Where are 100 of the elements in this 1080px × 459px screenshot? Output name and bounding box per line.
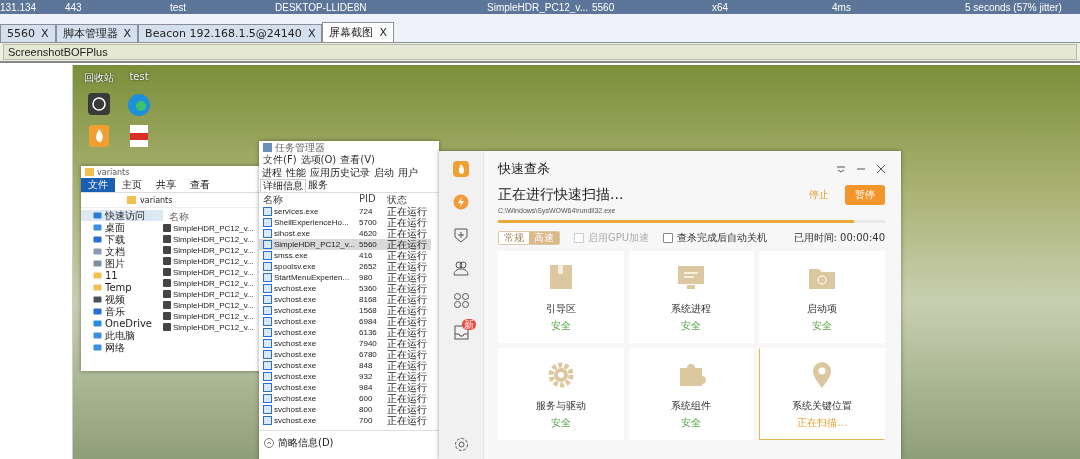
column-header[interactable]: 状态 [383, 193, 431, 206]
tab[interactable]: 服务 [306, 179, 330, 191]
close-tab-button[interactable]: X [41, 27, 49, 40]
process-name-cell[interactable]: svchost.exe [259, 360, 355, 371]
process-name-cell[interactable]: svchost.exe [259, 283, 355, 294]
process-name-cell[interactable]: svchost.exe [259, 327, 355, 338]
nav-item[interactable]: 下载 [81, 234, 163, 245]
flame-app-icon[interactable] [89, 125, 109, 147]
process-name-cell[interactable]: svchost.exe [259, 404, 355, 415]
close-tab-button[interactable]: X [123, 27, 132, 40]
address-path[interactable]: variants [140, 195, 173, 205]
file-item[interactable]: SimpleHDR_PC12_v... [163, 234, 261, 244]
tab[interactable]: 进程 [260, 167, 284, 179]
lightning-icon[interactable] [453, 194, 469, 210]
file-item[interactable]: SimpleHDR_PC12_v... [163, 256, 261, 266]
shield-plus-icon[interactable] [454, 227, 468, 243]
session-cell-text: SimpleHDR_PC12_v... [487, 1, 589, 13]
apps-grid-icon[interactable] [453, 293, 469, 308]
process-name-cell[interactable]: svchost.exe [259, 371, 355, 382]
tab[interactable]: 应用历史记录 [308, 167, 372, 179]
menu-item[interactable]: 文件(F) [263, 153, 297, 167]
nav-item[interactable]: 图片 [81, 258, 163, 269]
tab[interactable]: 启动 [372, 167, 396, 179]
pid-cell-text: 5700 [358, 217, 378, 228]
minimize-icon[interactable] [857, 165, 865, 173]
file-item[interactable]: SimpleHDR_PC12_v... [163, 289, 261, 299]
tab[interactable]: 用户 [396, 167, 420, 179]
pid-cell-text: 6780 [358, 349, 378, 360]
menu-icon[interactable] [837, 165, 845, 173]
checkbox[interactable] [663, 233, 674, 243]
ribbon-tab[interactable]: 主页 [115, 178, 149, 192]
column-header[interactable]: 名称 [163, 210, 261, 222]
file-item[interactable]: SimpleHDR_PC12_v... [163, 322, 261, 332]
process-name-cell[interactable]: ShellExperienceHo... [259, 217, 355, 228]
process-name-cell[interactable]: svchost.exe [259, 393, 355, 404]
nav-item[interactable]: 网络 [81, 342, 163, 353]
ribbon-tab[interactable]: 查看 [183, 178, 217, 192]
process-name-cell[interactable]: svchost.exe [259, 349, 355, 360]
process-name-cell[interactable]: svchost.exe [259, 294, 355, 305]
nav-item[interactable]: 此电脑 [81, 330, 163, 341]
file-item[interactable]: SimpleHDR_PC12_v... [163, 245, 261, 255]
scan-item-status: 安全 [550, 319, 571, 333]
fewer-details-link[interactable]: 简略信息(D) [278, 436, 334, 450]
column-header[interactable]: PID [355, 193, 383, 206]
close-tab-button[interactable]: X [379, 26, 387, 39]
process-name-cell[interactable]: svchost.exe [259, 382, 355, 393]
file-item[interactable]: SimpleHDR_PC12_v... [163, 267, 261, 277]
tab[interactable]: 5560 X [0, 24, 56, 42]
tab[interactable]: Beacon 192.168.1.5@24140 X [138, 24, 323, 42]
process-name-cell[interactable]: smss.exe [259, 250, 355, 261]
command-field[interactable]: ScreenshotBOFPlus [3, 44, 1077, 60]
file-item[interactable]: SimpleHDR_PC12_v... [163, 300, 261, 310]
process-name-cell[interactable]: svchost.exe [259, 415, 355, 426]
file-item[interactable]: SimpleHDR_PC12_v... [163, 223, 261, 233]
book-icon [549, 265, 572, 289]
ribbon-tab[interactable]: 共享 [149, 178, 183, 192]
close-tab-button[interactable]: X [307, 27, 316, 40]
monitor-icon [678, 266, 705, 289]
nav-item[interactable]: 视频 [81, 294, 163, 305]
mode-toggle[interactable]: 常规 [499, 232, 529, 244]
pid-cell-text: 6984 [358, 316, 378, 327]
tab[interactable]: 详细信息 [260, 179, 306, 192]
photo-app-icon[interactable] [88, 93, 110, 115]
scan-item-title: 引导区 [545, 302, 576, 316]
status-cell: 正在运行 [383, 239, 431, 250]
settings-icon[interactable] [453, 437, 469, 452]
ribbon-tab[interactable]: 文件 [81, 178, 115, 192]
menu-item[interactable]: 选项(O) [300, 153, 337, 167]
chevron-up-icon[interactable] [264, 438, 274, 448]
nav-item[interactable]: OneDrive [81, 318, 163, 329]
process-name-cell[interactable]: sihost.exe [259, 228, 355, 239]
tab[interactable]: 脚本管理器 X [55, 24, 139, 42]
file-item[interactable]: SimpleHDR_PC12_v... [163, 311, 261, 321]
tab[interactable]: 性能 [284, 167, 308, 179]
tab[interactable]: 屏幕截图 X [322, 22, 394, 42]
process-name-cell[interactable]: SimpleHDR_PC12_v... [259, 239, 355, 250]
process-name-cell[interactable]: svchost.exe [259, 316, 355, 327]
status-cell-text: 正在运行 [386, 228, 428, 239]
file-item[interactable]: SimpleHDR_PC12_v... [163, 278, 261, 288]
process-name-cell[interactable]: svchost.exe [259, 338, 355, 349]
users-icon[interactable] [453, 260, 469, 276]
nav-item[interactable]: 桌面 [81, 222, 163, 233]
nav-item[interactable]: 11 [81, 270, 163, 281]
nav-item[interactable]: 音乐 [81, 306, 163, 317]
session-row[interactable]: 131.134 443 test DESKTOP-LLIDE8N SimpleHDR_PC12_v... 5560 x64 4ms 5 seconds (57% jitter) [0, 0, 1080, 14]
notification-badge: 新 [461, 319, 476, 330]
nav-item[interactable]: Temp [81, 282, 163, 293]
session-cell-text: 5560 [592, 1, 616, 13]
column-header[interactable]: 名称 [259, 193, 355, 206]
close-icon[interactable] [877, 165, 885, 173]
process-name-cell[interactable]: svchost.exe [259, 305, 355, 316]
pdf-file-icon[interactable] [130, 125, 148, 147]
menu-item[interactable]: 查看(V) [340, 153, 375, 167]
nav-item[interactable]: 快速访问 [81, 210, 163, 221]
pid-cell-text: 7940 [358, 338, 378, 349]
pid-cell-text: 600 [358, 393, 374, 404]
nav-item[interactable]: 文档 [81, 246, 163, 257]
process-name-cell[interactable]: services.exe [259, 206, 355, 217]
process-name-cell[interactable]: StartMenuExperien... [259, 272, 355, 283]
process-name-cell[interactable]: spoolsv.exe [259, 261, 355, 272]
